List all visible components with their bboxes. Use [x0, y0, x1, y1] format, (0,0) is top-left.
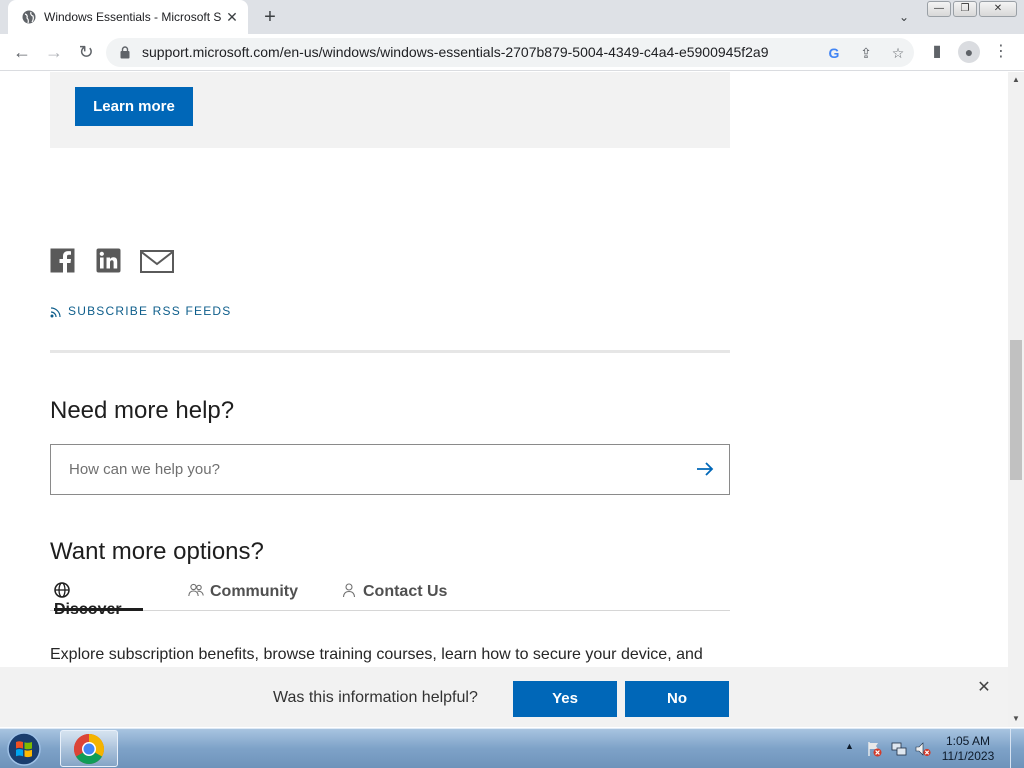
learn-more-button[interactable]: Learn more [75, 87, 193, 126]
feedback-yes-button[interactable]: Yes [513, 681, 617, 717]
tab-search-icon[interactable]: ⌄ [894, 8, 914, 26]
reload-button[interactable]: ↻ [74, 40, 98, 64]
start-button-icon[interactable] [4, 730, 44, 768]
facebook-icon[interactable] [50, 248, 75, 274]
minimize-button[interactable]: — [927, 1, 951, 17]
restore-button[interactable]: ❐ [953, 1, 977, 17]
forward-button[interactable]: → [42, 40, 66, 64]
feedback-close-icon[interactable]: ✕ [977, 680, 991, 696]
taskbar-chrome-button[interactable] [60, 730, 118, 767]
profile-avatar-icon[interactable]: ● [958, 41, 980, 63]
linkedin-icon[interactable] [96, 248, 121, 274]
chrome-icon [73, 734, 105, 765]
section-divider [50, 350, 730, 353]
address-bar[interactable]: support.microsoft.com/en-us/windows/wind… [106, 38, 914, 67]
side-panel-icon[interactable]: ▮ [926, 41, 948, 63]
share-icon[interactable]: ⇪ [856, 43, 876, 63]
help-heading: Need more help? [50, 397, 235, 424]
rss-subscribe-link[interactable]: SUBSCRIBE RSS FEEDS [50, 304, 232, 320]
options-tabs: Discover Community Contact Us [50, 580, 730, 618]
options-heading: Want more options? [50, 538, 264, 565]
google-translate-icon[interactable]: G [824, 43, 844, 63]
scroll-down-icon[interactable]: ▼ [1008, 711, 1024, 727]
browser-tab[interactable]: Windows Essentials - Microsoft Support ✕ [8, 0, 248, 34]
close-window-button[interactable]: ✕ [979, 1, 1017, 17]
browser-toolbar: ← → ↻ support.microsoft.com/en-us/window… [0, 34, 1024, 71]
taskbar-clock[interactable]: 1:05 AM 11/1/2023 [938, 734, 998, 764]
feedback-bar: Was this information helpful? Yes No ✕ [0, 667, 1008, 727]
tab-contact-us-label: Contact Us [363, 583, 448, 600]
tab-discover-label: Discover [54, 601, 122, 618]
new-tab-button[interactable]: + [259, 6, 281, 28]
feedback-no-button[interactable]: No [625, 681, 729, 717]
page-scrollbar[interactable]: ▲ ▼ [1008, 72, 1024, 727]
people-icon [188, 583, 204, 597]
tab-discover[interactable]: Discover [54, 582, 143, 618]
bookmark-star-icon[interactable]: ☆ [888, 43, 908, 63]
tab-close-icon[interactable]: ✕ [224, 9, 240, 25]
scroll-up-icon[interactable]: ▲ [1008, 72, 1024, 88]
search-placeholder: How can we help you? [69, 461, 220, 478]
scrollbar-thumb[interactable] [1010, 340, 1022, 480]
volume-muted-icon[interactable] [915, 741, 931, 757]
rss-icon [50, 307, 61, 318]
feedback-question: Was this information helpful? [273, 689, 478, 706]
back-button[interactable]: ← [10, 40, 34, 64]
tab-community[interactable]: Community [188, 582, 298, 611]
tab-community-label: Community [210, 583, 298, 600]
email-icon[interactable] [140, 248, 174, 274]
promo-box: Learn more [50, 72, 730, 148]
arrow-right-icon[interactable] [695, 459, 715, 479]
show-desktop-button[interactable] [1010, 729, 1024, 768]
page-content: Learn more SUBSCRIBE RSS FEEDS Need more… [0, 72, 1008, 727]
windows-taskbar: ▲ 1:05 AM 11/1/2023 [0, 728, 1024, 768]
chrome-menu-icon[interactable]: ⋮ [990, 41, 1012, 63]
help-search-input[interactable]: How can we help you? [50, 444, 730, 495]
rss-label: SUBSCRIBE RSS FEEDS [68, 304, 232, 318]
tab-title: Windows Essentials - Microsoft Support [44, 10, 222, 24]
url-text[interactable]: support.microsoft.com/en-us/windows/wind… [142, 44, 822, 62]
lock-icon [120, 46, 130, 59]
tray-expand-icon[interactable]: ▲ [845, 741, 854, 751]
person-icon [342, 583, 356, 598]
clock-time: 1:05 AM [945, 734, 991, 748]
tab-contact-us[interactable]: Contact Us [341, 582, 447, 611]
globe-icon [54, 582, 70, 598]
clock-date: 11/1/2023 [941, 749, 995, 763]
network-icon[interactable] [891, 741, 907, 757]
tab-strip: Windows Essentials - Microsoft Support ✕… [0, 0, 1024, 34]
globe-favicon-icon [22, 10, 36, 24]
explore-paragraph: Explore subscription benefits, browse tr… [50, 646, 703, 663]
action-center-flag-icon[interactable] [866, 741, 882, 757]
